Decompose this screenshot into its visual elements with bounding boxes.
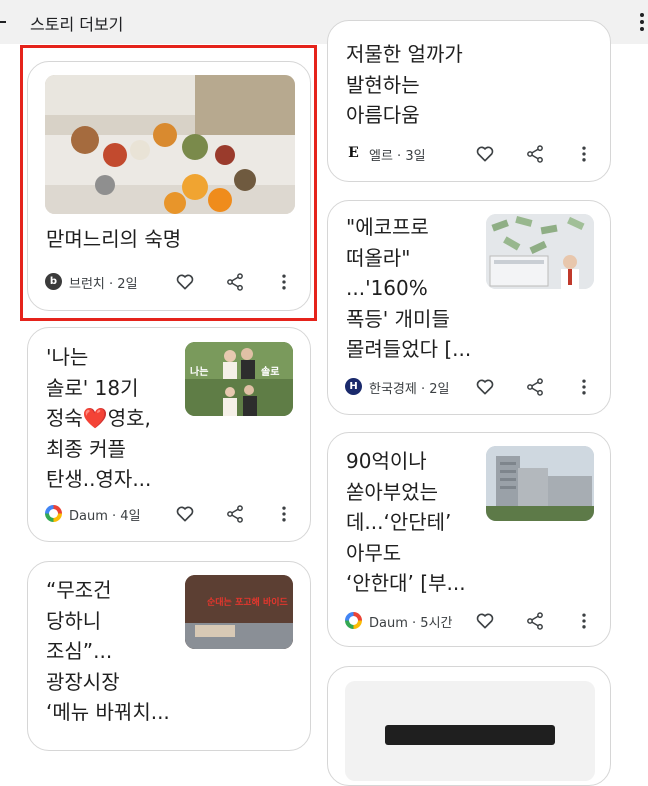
tv-show-image: 나는 솔로 (185, 342, 293, 416)
share-icon[interactable] (525, 377, 545, 397)
highlight-box (20, 45, 317, 321)
story-card-c6[interactable] (327, 666, 611, 786)
back-arrow-icon[interactable] (0, 12, 8, 32)
source-label: Daum · 5시간 (369, 616, 453, 631)
story-card-c1[interactable]: '나는 솔로' 18기 정숙❤️영호, 최종 커플 탄생..영자... 나는 솔… (27, 327, 311, 542)
story-footer: Daum · 5시간 (345, 609, 595, 633)
story-thumbnail (486, 446, 594, 521)
more-options-icon[interactable] (638, 12, 646, 32)
heart-icon[interactable] (175, 504, 195, 524)
heart-icon[interactable] (475, 611, 495, 631)
thumb-banner-shape (385, 725, 555, 745)
story-footer: E 엘르 · 3일 (345, 142, 595, 166)
story-thumbnail (345, 681, 595, 781)
more-options-icon[interactable] (574, 611, 594, 631)
story-title: 저물한 얼까가 발현하는 아름다움 (346, 42, 463, 127)
source-label: 한국경제 · 2일 (369, 382, 450, 397)
story-title: “무조건 당하니 조심”... 광장시장 ‘메뉴 바꿔치... (46, 578, 170, 724)
story-footer: H 한국경제 · 2일 (345, 375, 595, 399)
thumb-overlay-text: 순대는 포고해 바이드 (207, 596, 289, 608)
story-thumbnail: 나는 솔로 (185, 342, 293, 416)
story-footer: Daum · 4일 (45, 502, 295, 526)
share-icon[interactable] (525, 144, 545, 164)
story-card-c2[interactable]: “무조건 당하니 조심”... 광장시장 ‘메뉴 바꿔치... 순대는 포고해 … (27, 561, 311, 751)
daum-logo-icon (345, 612, 362, 629)
money-rain-image (486, 214, 594, 289)
hankyung-logo-icon: H (345, 378, 362, 395)
story-card-c4[interactable]: "에코프로 떠올라" ...'160% 폭등' 개미들 몰려들었다 [... H… (327, 200, 611, 415)
elle-logo-icon: E (345, 145, 362, 162)
heart-icon[interactable] (475, 144, 495, 164)
share-icon[interactable] (225, 504, 245, 524)
story-title: "에코프로 떠올라" ...'160% 폭등' 개미들 몰려들었다 [... (346, 215, 472, 361)
story-thumbnail (486, 214, 594, 289)
share-icon[interactable] (525, 611, 545, 631)
source-label: Daum · 4일 (69, 509, 141, 524)
heart-icon[interactable] (475, 377, 495, 397)
story-title: 90억이나 쏟아부었는 데...‘안단테’ 아무도 ‘안한대’ [부... (346, 449, 466, 595)
show-logo-right: 솔로 (261, 365, 279, 378)
story-card-c3[interactable]: 저물한 얼까가 발현하는 아름다움 E 엘르 · 3일 (327, 20, 611, 182)
story-card-c5[interactable]: 90억이나 쏟아부었는 데...‘안단테’ 아무도 ‘안한대’ [부... Da… (327, 432, 611, 647)
more-options-icon[interactable] (574, 144, 594, 164)
market-image: 순대는 포고해 바이드 (185, 575, 293, 649)
story-thumbnail: 순대는 포고해 바이드 (185, 575, 293, 649)
more-options-icon[interactable] (574, 377, 594, 397)
page-title: 스토리 더보기 (30, 15, 124, 34)
more-options-icon[interactable] (274, 504, 294, 524)
source-label: 엘르 · 3일 (369, 149, 426, 164)
story-title: '나는 솔로' 18기 정숙❤️영호, 최종 커플 탄생..영자... (46, 345, 152, 491)
show-logo-left: 나는 (190, 365, 208, 378)
daum-logo-icon (45, 505, 62, 522)
apartment-image (486, 446, 594, 521)
